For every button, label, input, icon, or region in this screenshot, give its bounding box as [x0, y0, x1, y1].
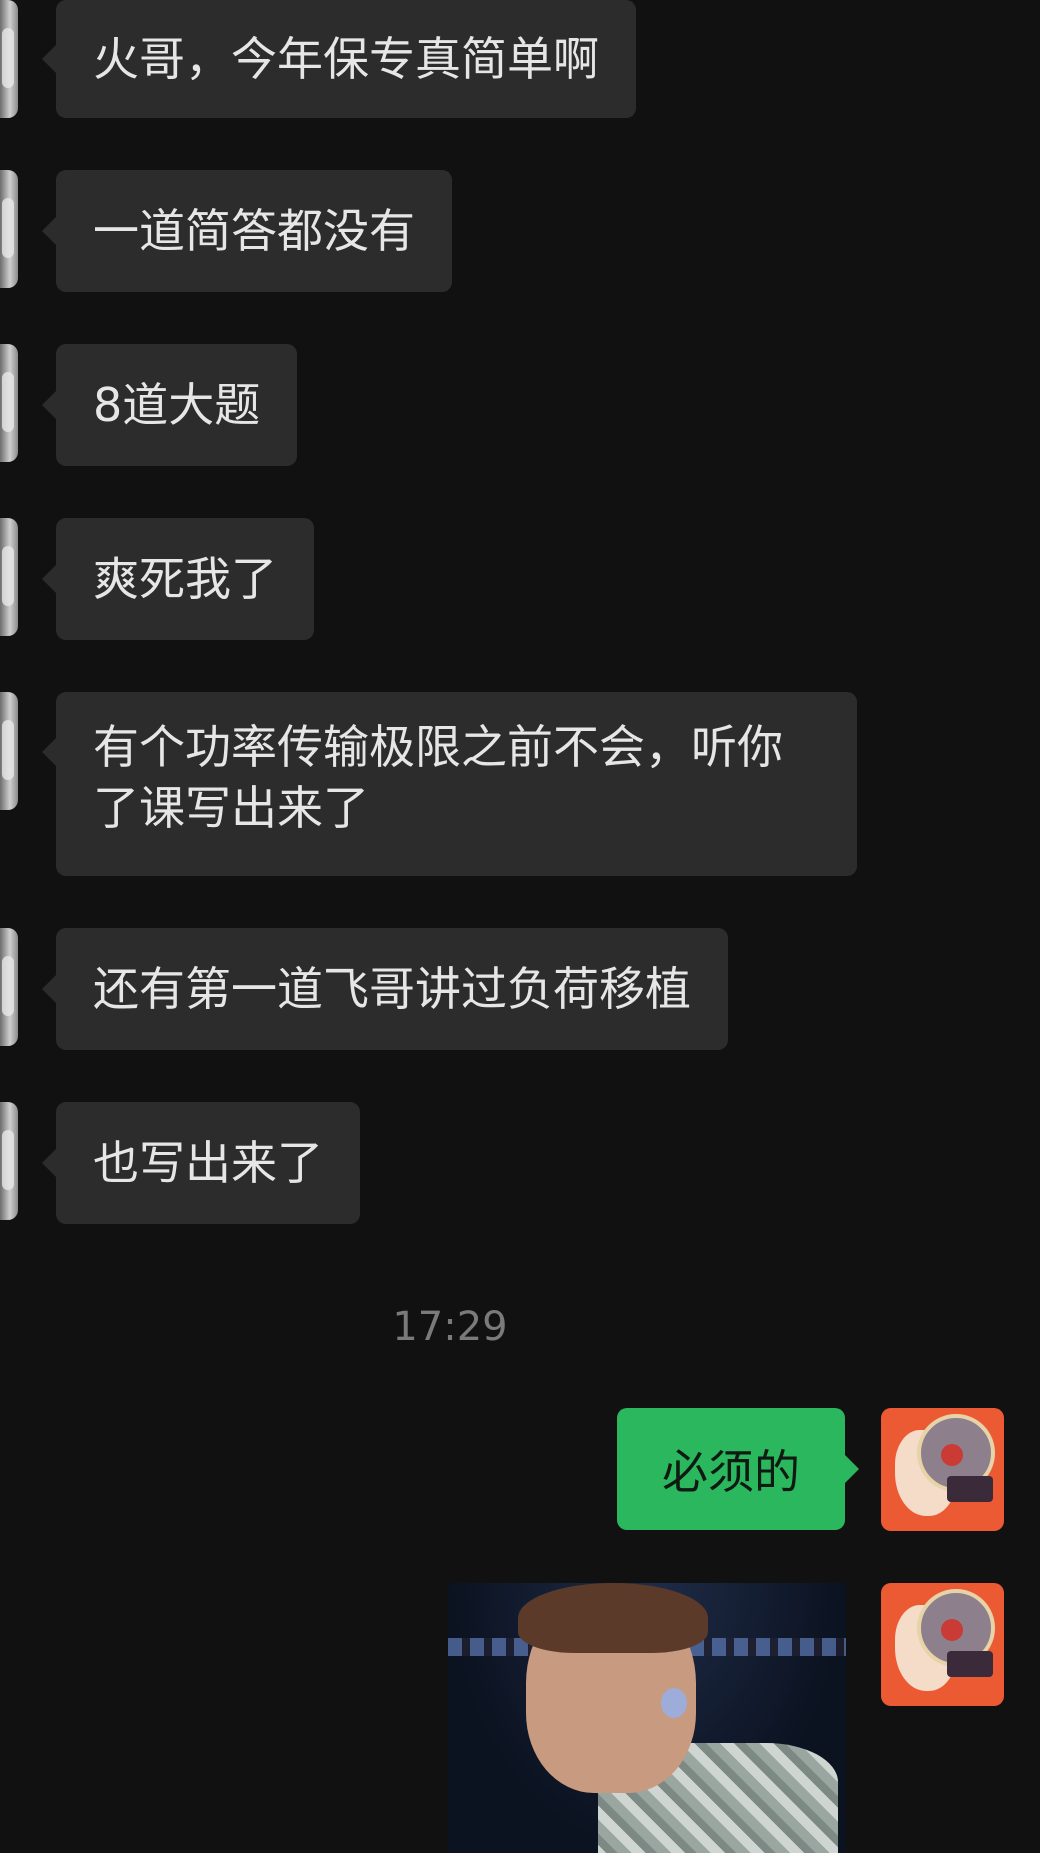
contact-avatar[interactable]	[0, 692, 18, 810]
incoming-message-bubble[interactable]: 火哥，今年保专真简单啊	[42, 0, 636, 118]
message-text: 也写出来了	[93, 1135, 323, 1190]
user-avatar[interactable]	[881, 1408, 1004, 1531]
message-text: 必须的	[662, 1445, 800, 1499]
image-glow	[661, 1688, 687, 1718]
message-text: 一道简答都没有	[93, 203, 415, 258]
message-text: 火哥，今年保专真简单啊	[93, 31, 599, 86]
incoming-message-bubble[interactable]: 还有第一道飞哥讲过负荷移植	[42, 928, 728, 1050]
contact-avatar[interactable]	[0, 1102, 18, 1220]
avatar-teeth	[947, 1651, 993, 1677]
outgoing-image-message[interactable]	[448, 1583, 846, 1853]
message-timestamp: 17:29	[392, 1304, 508, 1350]
user-avatar[interactable]	[881, 1583, 1004, 1706]
message-text: 还有第一道飞哥讲过负荷移植	[93, 961, 691, 1016]
incoming-message-bubble[interactable]: 一道简答都没有	[42, 170, 452, 292]
contact-avatar[interactable]	[0, 518, 18, 636]
avatar-teeth	[947, 1476, 993, 1502]
contact-avatar[interactable]	[0, 928, 18, 1046]
contact-avatar[interactable]	[0, 0, 18, 118]
incoming-message-bubble[interactable]: 有个功率传输极限之前不会，听你了课写出来了	[42, 692, 857, 876]
incoming-message-bubble[interactable]: 也写出来了	[42, 1102, 360, 1224]
incoming-message-bubble[interactable]: 8道大题	[41, 344, 298, 466]
contact-avatar[interactable]	[0, 170, 18, 288]
message-text: 8道大题	[93, 377, 261, 432]
message-text: 有个功率传输极限之前不会，听你了课写出来了	[93, 720, 783, 835]
contact-avatar[interactable]	[0, 344, 18, 462]
chat-conversation: 火哥，今年保专真简单啊 一道简答都没有 8道大题 爽死我了 有个功率传输极限之前…	[0, 0, 1040, 1853]
message-text: 爽死我了	[93, 551, 277, 606]
outgoing-message-bubble[interactable]: 必须的	[617, 1408, 859, 1530]
image-hair	[518, 1583, 708, 1653]
incoming-message-bubble[interactable]: 爽死我了	[42, 518, 314, 640]
